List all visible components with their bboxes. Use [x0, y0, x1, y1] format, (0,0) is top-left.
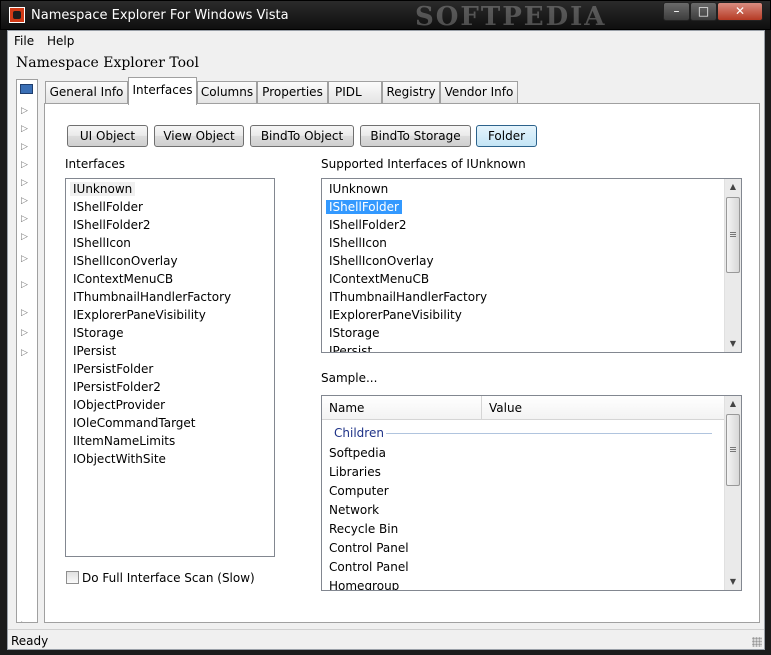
- page-title: Namespace Explorer Tool: [16, 55, 199, 71]
- scroll-down-icon[interactable]: ▼: [725, 336, 741, 352]
- list-item[interactable]: IUnknown: [329, 182, 388, 196]
- list-item[interactable]: IObjectWithSite: [73, 452, 166, 466]
- ui-object-button[interactable]: UI Object: [67, 125, 148, 147]
- list-item[interactable]: IShellIcon: [329, 236, 387, 250]
- list-item-selected[interactable]: IShellFolder: [326, 200, 402, 214]
- list-item[interactable]: IThumbnailHandlerFactory: [329, 290, 487, 304]
- column-header-name[interactable]: Name: [322, 396, 482, 420]
- tree-expand-icon[interactable]: ▷: [21, 348, 28, 358]
- list-item[interactable]: Network: [329, 503, 379, 517]
- tab-registry[interactable]: Registry: [382, 81, 440, 104]
- scrollbar-thumb[interactable]: [726, 197, 740, 273]
- minimize-button[interactable]: –: [663, 2, 690, 21]
- group-header-children[interactable]: Children: [334, 426, 384, 440]
- interfaces-list[interactable]: IUnknown IShellFolder IShellFolder2 IShe…: [65, 178, 275, 557]
- list-item[interactable]: IObjectProvider: [73, 398, 165, 412]
- vertical-scrollbar[interactable]: ▲ ▼: [724, 396, 741, 590]
- menu-file[interactable]: File: [14, 34, 34, 48]
- list-item[interactable]: IExplorerPaneVisibility: [73, 308, 206, 322]
- title-bar: Namespace Explorer For Windows Vista SOF…: [0, 0, 771, 32]
- vertical-scrollbar[interactable]: ▲ ▼: [724, 179, 741, 352]
- list-item[interactable]: IStorage: [329, 326, 380, 340]
- group-divider: [386, 433, 712, 434]
- sample-label: Sample...: [321, 371, 378, 385]
- view-object-button[interactable]: View Object: [154, 125, 244, 147]
- list-item[interactable]: IShellFolder2: [73, 218, 151, 232]
- list-item[interactable]: IPersist: [329, 344, 372, 352]
- list-item[interactable]: Control Panel: [329, 541, 409, 555]
- tree-expand-icon[interactable]: ▷: [21, 308, 28, 318]
- watermark-text: SOFTPEDIA: [415, 2, 607, 32]
- tree-expand-icon[interactable]: ▷: [21, 620, 28, 622]
- list-item[interactable]: Softpedia: [329, 446, 386, 460]
- tab-properties[interactable]: Properties: [257, 81, 328, 104]
- tree-expand-icon[interactable]: ▷: [21, 280, 28, 290]
- tree-expand-icon[interactable]: ▷: [21, 196, 28, 206]
- bindto-object-button[interactable]: BindTo Object: [250, 125, 354, 147]
- status-bar: Ready: [8, 629, 764, 649]
- list-item[interactable]: IPersistFolder2: [73, 380, 161, 394]
- window-client: File Help Namespace Explorer Tool ▷ ▷ ▷ …: [7, 30, 765, 650]
- supported-interfaces-list[interactable]: IUnknown IShellFolder IShellFolder2 IShe…: [321, 178, 742, 353]
- list-item[interactable]: IShellIconOverlay: [73, 254, 178, 268]
- list-item[interactable]: IExplorerPaneVisibility: [329, 308, 462, 322]
- scroll-up-icon[interactable]: ▲: [725, 396, 741, 412]
- list-item[interactable]: Recycle Bin: [329, 522, 398, 536]
- tab-columns[interactable]: Columns: [197, 81, 257, 104]
- status-text: Ready: [11, 634, 49, 648]
- scroll-down-icon[interactable]: ▼: [725, 574, 741, 590]
- maximize-button[interactable]: □: [690, 2, 717, 21]
- full-scan-label[interactable]: Do Full Interface Scan (Slow): [82, 571, 255, 585]
- tree-expand-icon[interactable]: ▷: [21, 232, 28, 242]
- app-icon[interactable]: [9, 7, 25, 23]
- scroll-up-icon[interactable]: ▲: [725, 179, 741, 195]
- close-button[interactable]: ✕: [717, 2, 763, 21]
- interfaces-label: Interfaces: [65, 157, 125, 171]
- computer-icon: [20, 84, 33, 94]
- folder-button[interactable]: Folder: [476, 125, 537, 147]
- list-item[interactable]: IOleCommandTarget: [73, 416, 196, 430]
- menu-help[interactable]: Help: [47, 34, 74, 48]
- list-item[interactable]: Homegroup: [329, 579, 399, 590]
- list-item[interactable]: IPersist: [73, 344, 116, 358]
- list-item[interactable]: Control Panel: [329, 560, 409, 574]
- menu-bar: File Help: [8, 31, 764, 51]
- list-item[interactable]: IPersistFolder: [73, 362, 153, 376]
- column-header-value[interactable]: Value: [482, 396, 725, 420]
- supported-interfaces-label: Supported Interfaces of IUnknown: [321, 157, 526, 171]
- tab-vendor-info[interactable]: Vendor Info: [440, 81, 518, 104]
- full-scan-checkbox[interactable]: [66, 571, 79, 584]
- tree-expand-icon[interactable]: ▷: [21, 214, 28, 224]
- list-item[interactable]: IItemNameLimits: [73, 434, 175, 448]
- window-title: Namespace Explorer For Windows Vista: [31, 8, 289, 23]
- list-item[interactable]: IThumbnailHandlerFactory: [73, 290, 231, 304]
- list-item[interactable]: IShellIconOverlay: [329, 254, 434, 268]
- tree-expand-icon[interactable]: ▷: [21, 142, 28, 152]
- list-item[interactable]: IContextMenuCB: [73, 272, 173, 286]
- tab-pidl[interactable]: PIDL: [328, 81, 382, 104]
- list-item[interactable]: IShellFolder2: [329, 218, 407, 232]
- list-item[interactable]: IShellFolder: [73, 200, 143, 214]
- scrollbar-thumb[interactable]: [726, 414, 740, 486]
- list-item[interactable]: IStorage: [73, 326, 124, 340]
- size-grip-icon[interactable]: [752, 637, 762, 647]
- tree-expand-icon[interactable]: ▷: [21, 106, 28, 116]
- tree-expand-icon[interactable]: ▷: [21, 178, 28, 188]
- tab-general-info[interactable]: General Info: [45, 81, 128, 104]
- list-item[interactable]: Libraries: [329, 465, 381, 479]
- list-item[interactable]: IShellIcon: [73, 236, 131, 250]
- namespace-tree[interactable]: ▷ ▷ ▷ ▷ ▷ ▷ ▷ ▷ ▷ ▷ ▷ ▷ ▷ ▷: [16, 79, 38, 623]
- list-item[interactable]: Computer: [329, 484, 389, 498]
- list-item[interactable]: IContextMenuCB: [329, 272, 429, 286]
- tree-expand-icon[interactable]: ▷: [21, 160, 28, 170]
- bindto-storage-button[interactable]: BindTo Storage: [360, 125, 471, 147]
- tab-interfaces[interactable]: Interfaces: [128, 77, 197, 105]
- tree-expand-icon[interactable]: ▷: [21, 254, 28, 264]
- tree-expand-icon[interactable]: ▷: [21, 328, 28, 338]
- tree-expand-icon[interactable]: ▷: [21, 124, 28, 134]
- sample-list-view[interactable]: Name Value Children Softpedia Libraries …: [321, 395, 742, 591]
- list-item[interactable]: IUnknown: [70, 182, 136, 196]
